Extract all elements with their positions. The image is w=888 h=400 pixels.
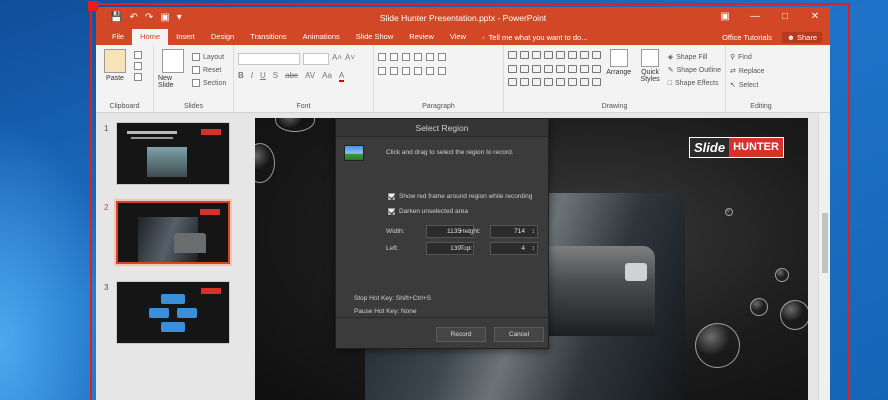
region-resize-handle[interactable] bbox=[88, 1, 98, 11]
recording-region-frame bbox=[90, 3, 850, 400]
